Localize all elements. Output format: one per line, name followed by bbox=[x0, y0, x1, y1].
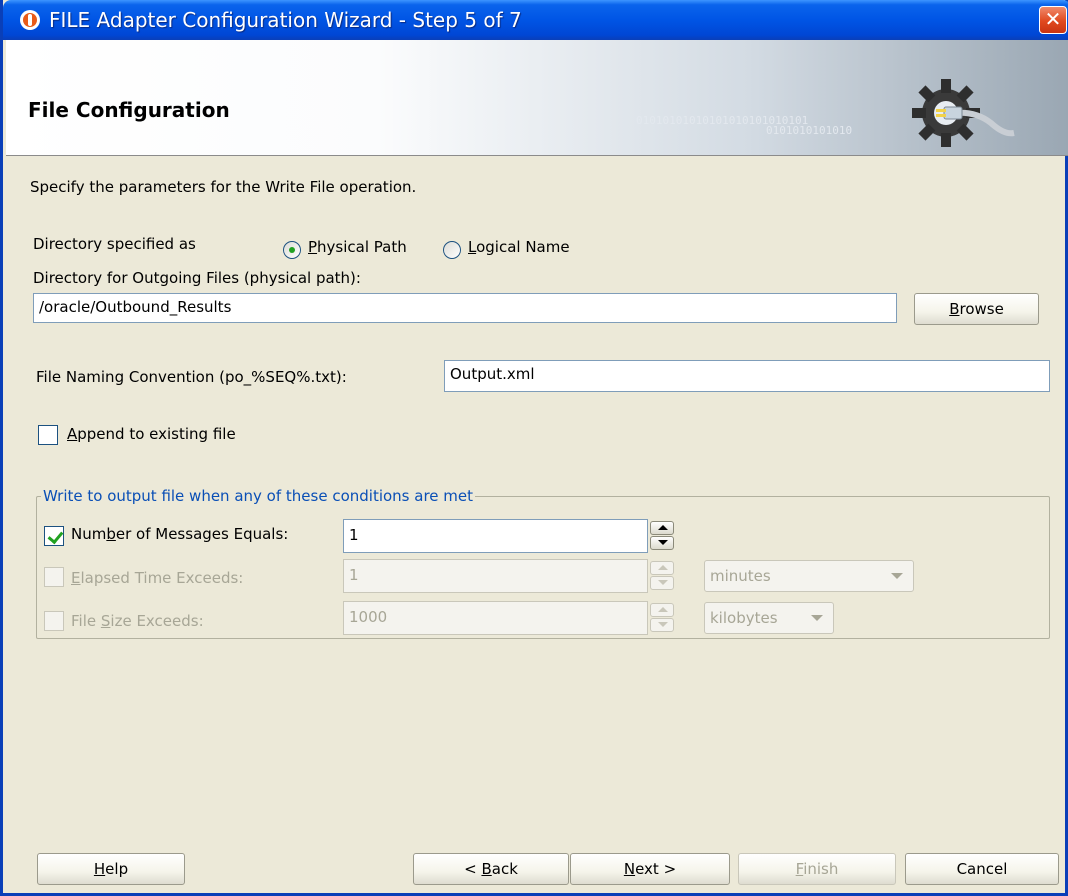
back-button[interactable]: < Back bbox=[413, 853, 569, 885]
chevron-down-icon bbox=[811, 615, 823, 621]
outgoing-directory-input[interactable]: /oracle/Outbound_Results bbox=[33, 293, 897, 323]
logical-name-radio[interactable] bbox=[443, 241, 461, 259]
help-button[interactable]: Help bbox=[37, 853, 185, 885]
spinner-up-icon[interactable] bbox=[650, 561, 674, 575]
elapsed-input[interactable]: 1 bbox=[343, 559, 648, 593]
spinner-up-icon[interactable] bbox=[650, 603, 674, 617]
intro-text: Specify the parameters for the Write Fil… bbox=[30, 178, 417, 196]
filesize-input[interactable]: 1000 bbox=[343, 601, 648, 635]
title-bar[interactable]: FILE Adapter Configuration Wizard - Step… bbox=[3, 0, 1068, 40]
physical-path-radio[interactable] bbox=[283, 241, 301, 259]
close-button[interactable]: ✕ bbox=[1039, 6, 1067, 34]
browse-button[interactable]: Browse bbox=[914, 293, 1039, 325]
messages-spinner[interactable] bbox=[650, 521, 674, 551]
spinner-down-icon[interactable] bbox=[650, 576, 674, 590]
wizard-window: FILE Adapter Configuration Wizard - Step… bbox=[0, 0, 1068, 896]
elapsed-checkbox[interactable] bbox=[44, 567, 64, 587]
next-button[interactable]: Next > bbox=[570, 853, 730, 885]
file-naming-input[interactable]: Output.xml bbox=[444, 360, 1050, 392]
directory-specified-label: Directory specified as bbox=[33, 235, 196, 253]
messages-checkbox[interactable] bbox=[44, 526, 64, 546]
filesize-label: File Size Exceeds: bbox=[71, 612, 204, 630]
page-header: File Configuration 010101010101010101010… bbox=[6, 40, 1068, 156]
append-label[interactable]: Append to existing file bbox=[67, 425, 236, 443]
cancel-button[interactable]: Cancel bbox=[905, 853, 1059, 885]
page-title: File Configuration bbox=[28, 98, 230, 122]
logical-name-label[interactable]: Logical Name bbox=[468, 238, 570, 256]
chevron-down-icon bbox=[891, 573, 903, 579]
messages-label[interactable]: Number of Messages Equals: bbox=[71, 525, 288, 543]
finish-button[interactable]: Finish bbox=[738, 853, 896, 885]
write-conditions-legend: Write to output file when any of these c… bbox=[41, 487, 476, 505]
spinner-down-icon[interactable] bbox=[650, 536, 674, 550]
filesize-unit-select[interactable]: kilobytes bbox=[704, 602, 834, 634]
filesize-unit-value: kilobytes bbox=[710, 609, 778, 627]
gear-plug-icon bbox=[912, 79, 1015, 147]
filesize-checkbox[interactable] bbox=[44, 611, 64, 631]
spinner-up-icon[interactable] bbox=[650, 521, 674, 535]
outgoing-directory-label: Directory for Outgoing Files (physical p… bbox=[33, 269, 361, 287]
elapsed-unit-value: minutes bbox=[710, 567, 771, 585]
messages-input[interactable]: 1 bbox=[343, 519, 648, 553]
physical-path-label[interactable]: Physical Path bbox=[308, 238, 407, 256]
append-checkbox[interactable] bbox=[38, 425, 58, 445]
binary-decoration-2: 0101010101010 bbox=[766, 124, 853, 137]
window-title: FILE Adapter Configuration Wizard - Step… bbox=[49, 8, 522, 32]
file-naming-label: File Naming Convention (po_%SEQ%.txt): bbox=[36, 368, 347, 386]
spinner-down-icon[interactable] bbox=[650, 618, 674, 632]
oracle-logo-icon bbox=[20, 10, 40, 30]
elapsed-spinner[interactable] bbox=[650, 561, 674, 591]
filesize-spinner[interactable] bbox=[650, 603, 674, 633]
elapsed-unit-select[interactable]: minutes bbox=[704, 560, 914, 592]
elapsed-label: Elapsed Time Exceeds: bbox=[71, 569, 244, 587]
